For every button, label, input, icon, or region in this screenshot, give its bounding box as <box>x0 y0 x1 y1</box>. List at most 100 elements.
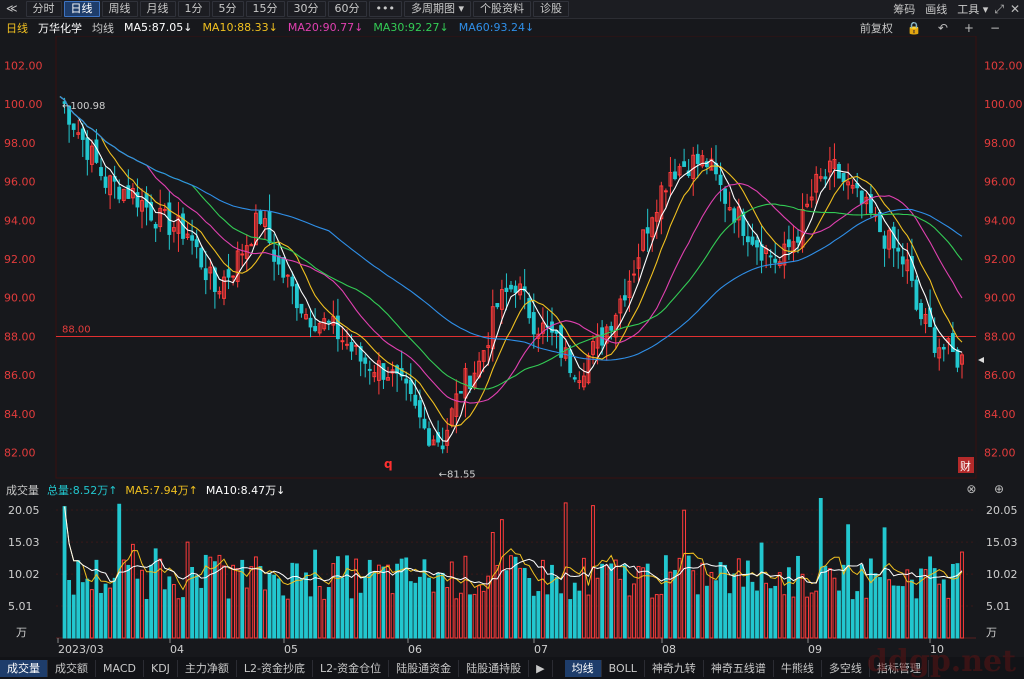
volume-bar <box>181 597 185 639</box>
volume-bar <box>199 587 204 639</box>
overlay-tab-5[interactable]: 多空线 <box>822 659 870 677</box>
candle-body <box>345 343 349 346</box>
volume-bar <box>458 592 463 639</box>
tab-1[interactable]: 日线 <box>63 1 100 17</box>
stock-name[interactable]: 万华化学 <box>38 20 82 36</box>
candle-body <box>878 211 882 233</box>
tabs-scroll-icon[interactable]: ▶ <box>529 659 553 677</box>
volume-bar <box>527 578 532 639</box>
volume-bar <box>80 582 85 639</box>
candle-body <box>723 188 728 204</box>
volume-bar <box>554 576 559 639</box>
tab-7[interactable]: 30分 <box>286 1 326 17</box>
volume-tick-right: 20.05 <box>986 504 1018 517</box>
candle-body <box>367 368 372 371</box>
volume-bar <box>313 549 318 639</box>
tab-12[interactable]: 诊股 <box>533 1 570 17</box>
volume-bar <box>454 598 459 639</box>
candle-body <box>413 394 418 406</box>
price-tick-right: 86.00 <box>984 369 1016 382</box>
tools-button[interactable]: 工具 ▾ <box>957 1 988 17</box>
volume-more-icon[interactable]: ⊕ <box>994 482 1004 496</box>
volume-bar <box>363 576 368 639</box>
avg-label[interactable]: 均线 <box>92 20 114 36</box>
tab-4[interactable]: 1分 <box>177 1 210 17</box>
volume-chart[interactable]: 20.05 20.05 15.03 15.03 10.02 10.02 5.01 5.01 万 万… <box>0 498 1024 657</box>
volume-bar <box>950 563 955 639</box>
overlay-tab-3[interactable]: 神奇五线谱 <box>704 659 774 677</box>
price-chart[interactable]: 102.00 102.00 100.00 100.00 98.00 98.00 96.00 9… <box>0 36 1024 482</box>
volume-bar <box>135 578 140 639</box>
indicator-tab-8[interactable]: 陆股通持股 <box>459 659 530 677</box>
volume-bar <box>741 586 746 639</box>
price-tick-right: 94.00 <box>984 214 1016 227</box>
fullscreen-icon[interactable]: ⤢ <box>994 2 1004 17</box>
indicator-tab-6[interactable]: L2-资金仓位 <box>313 659 390 677</box>
volume-bar <box>604 564 609 639</box>
volume-tick-left: 10.02 <box>8 568 40 581</box>
volume-bar <box>99 592 103 639</box>
candle-body <box>941 346 946 350</box>
tab-2[interactable]: 周线 <box>101 1 138 17</box>
candle-body <box>645 227 650 234</box>
chips-button[interactable]: 筹码 <box>893 1 915 17</box>
remove-icon[interactable]: − <box>990 21 1000 35</box>
volume-bar <box>504 570 509 639</box>
candle-body <box>750 236 755 245</box>
undo-icon[interactable]: ↶ <box>938 21 948 35</box>
overlay-tab-0[interactable]: 均线 <box>564 659 602 677</box>
volume-tick-left: 5.01 <box>8 600 33 613</box>
volume-bar <box>846 524 851 639</box>
volume-bar <box>887 579 892 639</box>
volume-bar <box>764 582 769 639</box>
volume-unit-left: 万 <box>16 626 27 639</box>
candle-body <box>226 269 231 278</box>
overlay-tab-1[interactable]: BOLL <box>602 659 645 677</box>
volume-bar <box>126 564 131 639</box>
current-price-arrow <box>978 357 984 363</box>
close-icon[interactable]: ✕ <box>1010 2 1020 16</box>
volume-bar <box>960 551 964 639</box>
draw-line-button[interactable]: 画线 <box>925 1 947 17</box>
tab-5[interactable]: 5分 <box>211 1 244 17</box>
indicator-tab-7[interactable]: 陆股通资金 <box>389 659 460 677</box>
tab-3[interactable]: 月线 <box>139 1 176 17</box>
tab-6[interactable]: 15分 <box>245 1 285 17</box>
tab-9[interactable]: ••• <box>368 1 402 17</box>
tab-8[interactable]: 60分 <box>327 1 367 17</box>
candle-body <box>80 128 85 140</box>
overlay-tab-2[interactable]: 神奇九转 <box>645 659 704 677</box>
volume-total: 总量:8.52万↑ <box>47 484 118 497</box>
volume-bar <box>285 598 290 639</box>
volume-close-icon[interactable]: ⊗ <box>966 482 976 496</box>
lock-icon[interactable]: 🔒 <box>907 21 922 35</box>
volume-bar <box>376 564 381 639</box>
add-icon[interactable]: + <box>964 21 974 35</box>
back-button[interactable]: ≪ <box>0 2 24 16</box>
volume-bar <box>76 560 81 639</box>
candle-body <box>363 357 368 364</box>
volume-bar <box>641 567 646 639</box>
volume-bar <box>308 596 313 639</box>
volume-bar <box>481 590 486 639</box>
volume-ma10: MA10:8.47万↓ <box>205 484 286 497</box>
price-tick-left: 84.00 <box>4 408 36 421</box>
indicator-tab-2[interactable]: MACD <box>96 659 144 677</box>
tab-11[interactable]: 个股资料 <box>473 1 532 17</box>
candle-body <box>786 239 791 248</box>
volume-bar <box>545 594 550 639</box>
indicator-tab-0[interactable]: 成交量 <box>0 659 48 677</box>
volume-bar <box>340 577 345 639</box>
tab-10[interactable]: 多周期图 ▾ <box>403 1 472 17</box>
indicator-tab-4[interactable]: 主力净额 <box>178 659 237 677</box>
indicator-tab-3[interactable]: KDJ <box>144 659 178 677</box>
volume-bar <box>463 555 468 639</box>
indicator-tab-5[interactable]: L2-资金抄底 <box>237 659 314 677</box>
restore-label[interactable]: 前复权 <box>860 20 893 36</box>
indicator-tab-1[interactable]: 成交额 <box>48 659 96 677</box>
volume-bar <box>600 563 605 639</box>
tab-0[interactable]: 分时 <box>25 1 62 17</box>
candle-body <box>71 123 76 130</box>
volume-tick-right: 10.02 <box>986 568 1018 581</box>
overlay-tab-4[interactable]: 牛熊线 <box>774 659 822 677</box>
